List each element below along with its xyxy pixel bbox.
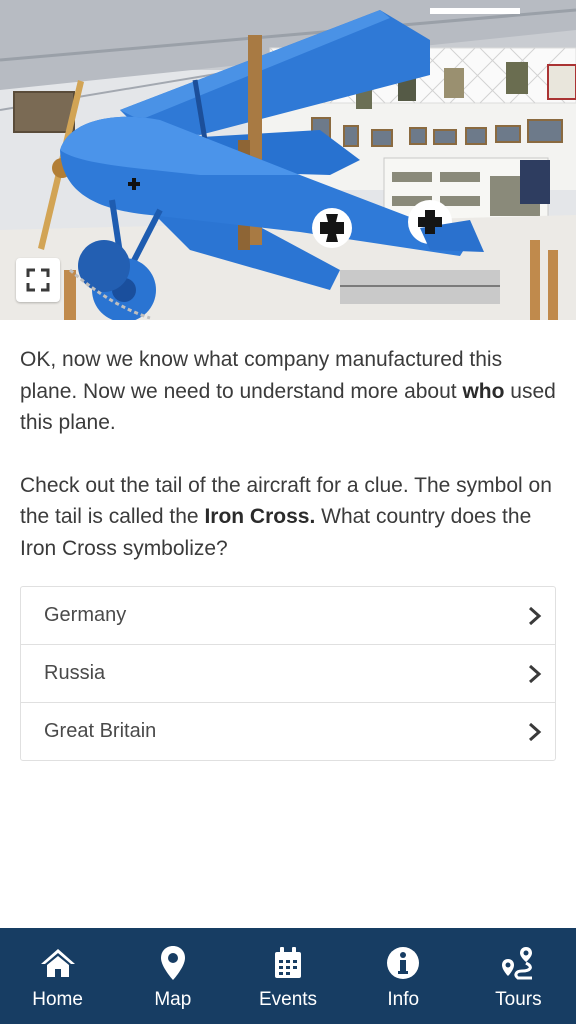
chevron-right-icon: [529, 606, 542, 625]
answer-options-list: Germany Russia Great Britain: [20, 586, 556, 761]
tab-map-label: Map: [154, 989, 192, 1010]
bottom-tab-bar: Home Map Events Info Tours: [0, 928, 576, 1024]
question-paragraph-2: Check out the tail of the aircraft for a…: [20, 470, 556, 565]
calendar-icon: [270, 945, 306, 981]
home-icon: [40, 945, 76, 981]
route-icon: [500, 945, 536, 981]
chevron-right-icon: [529, 664, 542, 683]
tab-map[interactable]: Map: [115, 928, 230, 1024]
tab-home-label: Home: [32, 989, 83, 1010]
answer-option-great-britain[interactable]: Great Britain: [21, 703, 555, 760]
answer-option-label: Great Britain: [44, 720, 157, 742]
tab-home[interactable]: Home: [0, 928, 115, 1024]
question-paragraph-1: OK, now we know what company manufacture…: [20, 344, 556, 439]
tab-tours[interactable]: Tours: [461, 928, 576, 1024]
info-icon: [385, 945, 421, 981]
answer-option-germany[interactable]: Germany: [21, 587, 555, 645]
tab-info[interactable]: Info: [346, 928, 461, 1024]
chevron-right-icon: [529, 722, 542, 741]
map-pin-icon: [155, 945, 191, 981]
paragraph-1-text-a: OK, now we know what company manufacture…: [20, 348, 503, 403]
answer-option-label: Germany: [44, 604, 127, 626]
tab-events-label: Events: [258, 989, 318, 1010]
expand-photo-button[interactable]: [16, 258, 60, 302]
triplane-illustration: [0, 0, 576, 320]
tab-info-label: Info: [387, 989, 420, 1010]
hero-photo: [0, 0, 576, 320]
tab-tours-label: Tours: [495, 989, 542, 1010]
expand-icon: [26, 268, 50, 292]
answer-option-russia[interactable]: Russia: [21, 645, 555, 703]
paragraph-2-bold: Iron Cross.: [204, 505, 316, 528]
paragraph-1-bold: who: [462, 379, 505, 403]
answer-option-label: Russia: [44, 662, 106, 684]
question-content: OK, now we know what company manufacture…: [20, 344, 556, 595]
tab-events[interactable]: Events: [230, 928, 345, 1024]
